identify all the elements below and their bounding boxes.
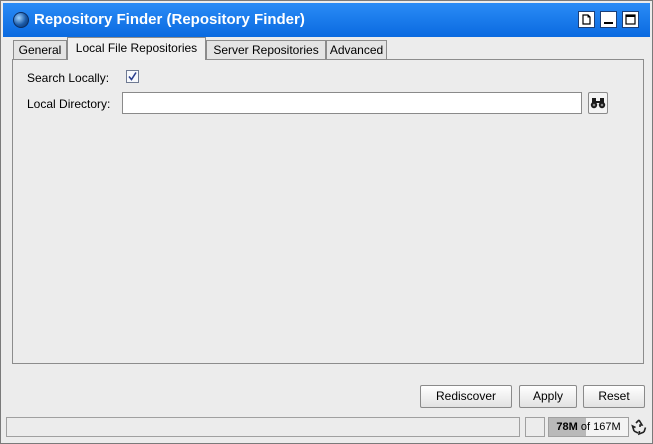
repository-finder-window: Repository Finder (Repository Finder) Ge… xyxy=(0,0,653,444)
reset-button[interactable]: Reset xyxy=(583,385,645,408)
apply-button[interactable]: Apply xyxy=(519,385,577,408)
title-bar[interactable]: Repository Finder (Repository Finder) xyxy=(3,3,650,37)
reset-label: Reset xyxy=(598,389,630,403)
rediscover-label: Rediscover xyxy=(435,389,497,403)
memory-readout: 78M of 167M xyxy=(549,418,628,436)
status-bar xyxy=(6,417,520,437)
window-title: Repository Finder (Repository Finder) xyxy=(34,11,305,28)
tab-general[interactable]: General xyxy=(13,40,67,59)
tab-strip: General Local File Repositories Server R… xyxy=(1,37,652,60)
tab-label: General xyxy=(18,43,62,57)
binoculars-icon xyxy=(590,98,606,109)
tab-label: Server Repositories xyxy=(213,43,319,57)
memory-monitor[interactable]: 78M of 167M xyxy=(548,417,629,437)
globe-icon xyxy=(13,12,29,28)
browse-directory-button[interactable] xyxy=(588,92,608,114)
tab-advanced[interactable]: Advanced xyxy=(326,40,387,59)
tab-server-repositories[interactable]: Server Repositories xyxy=(206,40,326,59)
minimize-icon xyxy=(604,22,613,24)
maximize-button[interactable] xyxy=(622,11,639,28)
apply-label: Apply xyxy=(532,389,564,403)
restore-icon xyxy=(582,14,591,25)
maximize-icon xyxy=(625,14,636,25)
recycle-icon xyxy=(631,419,647,436)
tab-label: Advanced xyxy=(329,43,384,57)
restore-button[interactable] xyxy=(578,11,595,28)
minimize-button[interactable] xyxy=(600,11,617,28)
tab-label: Local File Repositories xyxy=(75,41,198,55)
memory-used: 78M xyxy=(556,421,578,433)
search-locally-label: Search Locally: xyxy=(27,71,110,85)
local-directory-input[interactable] xyxy=(122,92,582,114)
tab-local-file-repositories[interactable]: Local File Repositories xyxy=(67,37,206,60)
memory-total: 167M xyxy=(593,421,621,433)
memory-of: of xyxy=(580,421,591,433)
checkmark-icon xyxy=(128,72,137,81)
garbage-collect-button[interactable] xyxy=(631,418,647,436)
local-directory-label: Local Directory: xyxy=(27,97,111,111)
status-indicator xyxy=(525,417,545,437)
search-locally-checkbox[interactable] xyxy=(126,70,139,83)
rediscover-button[interactable]: Rediscover xyxy=(420,385,512,408)
